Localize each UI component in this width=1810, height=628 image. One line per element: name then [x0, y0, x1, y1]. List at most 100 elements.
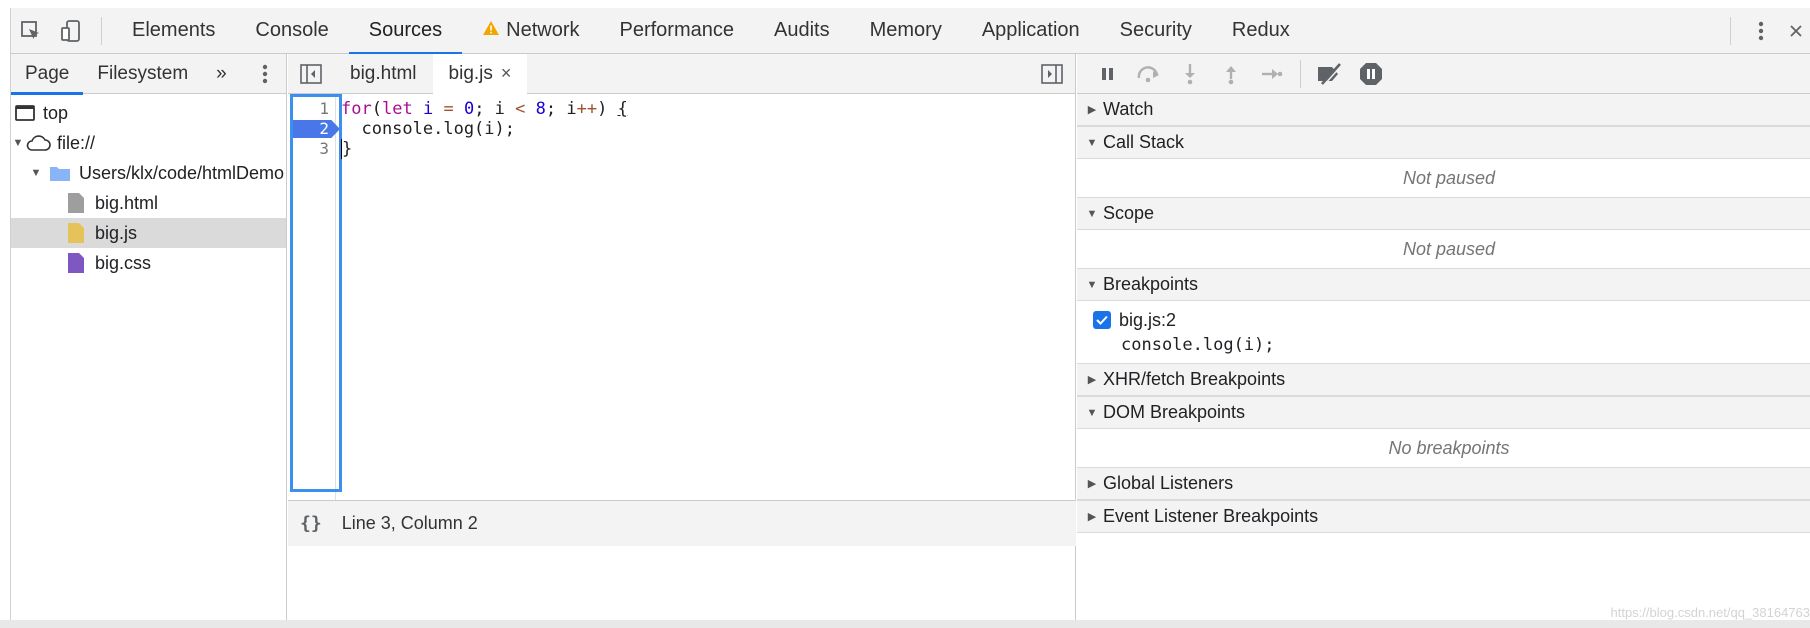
step-icon[interactable] [1251, 54, 1292, 94]
tree-item-big-css[interactable]: big.css [11, 248, 286, 278]
editor-tab-label: big.html [350, 62, 417, 84]
breakpoints-section: ▼ Breakpoints big.js:2 console.log(i); [1077, 269, 1810, 364]
navigator-menu-icon[interactable] [244, 54, 286, 94]
expand-arrow-icon[interactable]: ▼ [11, 137, 25, 149]
section-title: Watch [1103, 99, 1154, 119]
breakpoint-header: big.js:2 [1093, 307, 1810, 333]
collapsed-arrow-icon: ▶ [1087, 104, 1097, 116]
scope-empty: Not paused [1402, 238, 1496, 259]
toolbar-right [1720, 8, 1810, 54]
tab-label: Audits [774, 19, 830, 41]
tab-label: Network [506, 19, 580, 41]
tree-item-top[interactable]: top [11, 98, 286, 128]
code-area[interactable]: 1 2 3 for(let i = 0; i < 8; i++) { conso… [288, 94, 1076, 500]
tree-item-label: big.css [95, 252, 152, 273]
section-header-breakpoints[interactable]: ▼ Breakpoints [1077, 269, 1810, 301]
dom-breakpoints-empty: No breakpoints [1388, 437, 1510, 458]
file-shape [68, 193, 84, 213]
tab-page[interactable]: Page [11, 54, 84, 95]
cursor-position: Line 3, Column 2 [341, 513, 478, 533]
tab-redux[interactable]: Redux [1212, 8, 1310, 54]
more-tabs-icon[interactable]: » [202, 54, 241, 94]
section-header-event[interactable]: ▶ Event Listener Breakpoints [1077, 501, 1810, 533]
section-header-watch[interactable]: ▶ Watch [1077, 94, 1810, 126]
tab-security[interactable]: Security [1100, 8, 1212, 54]
tree-item-label: big.js [95, 222, 138, 243]
section-header-xhr[interactable]: ▶ XHR/fetch Breakpoints [1077, 364, 1810, 396]
pause-icon[interactable] [1087, 54, 1128, 94]
tab-sources[interactable]: Sources [348, 8, 463, 55]
breakpoint-code: console.log(i); [1121, 335, 1275, 355]
call-stack-empty: Not paused [1402, 167, 1496, 188]
tree-item-label: top [43, 102, 69, 123]
expanded-arrow-icon: ▼ [1086, 278, 1098, 291]
file-tree: top ▼ file:// ▼ Users/klx/code/htmlDemo [11, 94, 286, 278]
tab-label: Redux [1231, 19, 1290, 41]
section-header-dom[interactable]: ▼ DOM Breakpoints [1077, 397, 1810, 429]
navigator-tabbar: Page Filesystem » [11, 54, 286, 95]
tab-network[interactable]: Network [462, 8, 599, 54]
step-into-icon[interactable] [1169, 54, 1210, 94]
pause-on-exceptions-icon[interactable] [1350, 54, 1391, 94]
tab-label: Console [255, 19, 329, 41]
watch-section: ▶ Watch [1077, 94, 1810, 127]
gutter-highlight-box [290, 94, 342, 492]
toggle-navigator-icon[interactable] [288, 54, 334, 94]
expand-arrow-icon[interactable]: ▼ [29, 167, 43, 179]
more-options-icon[interactable] [1741, 8, 1781, 54]
tab-memory[interactable]: Memory [850, 8, 962, 54]
tab-filesystem[interactable]: Filesystem [83, 54, 202, 94]
debugger-toolbar [1077, 54, 1810, 94]
scope-section: ▼ Scope Not paused [1077, 198, 1810, 269]
line-number[interactable]: 2 [289, 119, 329, 138]
source-editor: big.html big.js × 1 2 3 for(let i = 0; i… [288, 53, 1076, 628]
section-header-call-stack[interactable]: ▼ Call Stack [1077, 127, 1810, 159]
tab-performance[interactable]: Performance [600, 8, 755, 54]
tree-item-file[interactable]: ▼ file:// [11, 128, 286, 158]
more-label: » [216, 62, 227, 84]
editor-tab-label: big.js [448, 62, 493, 84]
toggle-debugger-icon[interactable] [1029, 54, 1075, 94]
close-tab-icon[interactable]: × [501, 63, 512, 84]
step-over-icon[interactable] [1128, 54, 1169, 94]
section-header-scope[interactable]: ▼ Scope [1077, 198, 1810, 230]
step-out-icon[interactable] [1210, 54, 1251, 94]
js-file-icon [67, 222, 85, 244]
section-header-global[interactable]: ▶ Global Listeners [1077, 468, 1810, 500]
close-devtools-icon[interactable] [1781, 8, 1810, 54]
breakpoint-item[interactable]: big.js:2 console.log(i); [1077, 301, 1810, 363]
code-content[interactable]: for(let i = 0; i < 8; i++) { console.log… [341, 99, 628, 159]
editor-tab-big-html[interactable]: big.html [334, 54, 433, 94]
editor-tab-big-js[interactable]: big.js × [432, 53, 528, 94]
tree-item-big-html[interactable]: big.html [11, 188, 286, 218]
expanded-arrow-icon: ▼ [1086, 136, 1098, 149]
tab-label: Memory [869, 19, 942, 41]
event-listener-section: ▶ Event Listener Breakpoints [1077, 501, 1810, 533]
tab-elements[interactable]: Elements [112, 8, 235, 54]
css-file-icon [67, 252, 85, 274]
tree-item-folder[interactable]: ▼ Users/klx/code/htmlDemo [11, 158, 286, 188]
pretty-print-icon[interactable]: {} [300, 513, 322, 534]
deactivate-breakpoints-icon[interactable] [1309, 54, 1350, 94]
editor-statusbar: {} Line 3, Column 2 [288, 500, 1076, 546]
expanded-arrow-icon: ▼ [1086, 207, 1098, 220]
tab-console[interactable]: Console [235, 8, 348, 54]
html-file-icon [67, 192, 85, 214]
tree-item-big-js[interactable]: big.js [11, 218, 286, 248]
toolbar-divider [101, 16, 102, 45]
tab-application[interactable]: Application [962, 8, 1100, 54]
tab-label: Application [981, 19, 1080, 41]
tab-label: Security [1119, 19, 1192, 41]
device-toolbar-icon[interactable] [51, 8, 91, 54]
section-title: DOM Breakpoints [1103, 402, 1246, 422]
inspect-element-icon[interactable] [11, 8, 51, 54]
tab-audits[interactable]: Audits [754, 8, 850, 54]
bottom-bar [0, 620, 1810, 628]
tab-label: Sources [368, 19, 443, 41]
navigator-panel: Page Filesystem » top ▼ file:// ▼ Users/… [11, 54, 287, 628]
breakpoint-checkbox[interactable] [1093, 311, 1111, 329]
tree-item-label: file:// [57, 132, 96, 153]
section-title: Scope [1103, 203, 1155, 223]
dom-breakpoints-section: ▼ DOM Breakpoints No breakpoints [1077, 397, 1810, 468]
tab-label: Page [25, 62, 70, 84]
